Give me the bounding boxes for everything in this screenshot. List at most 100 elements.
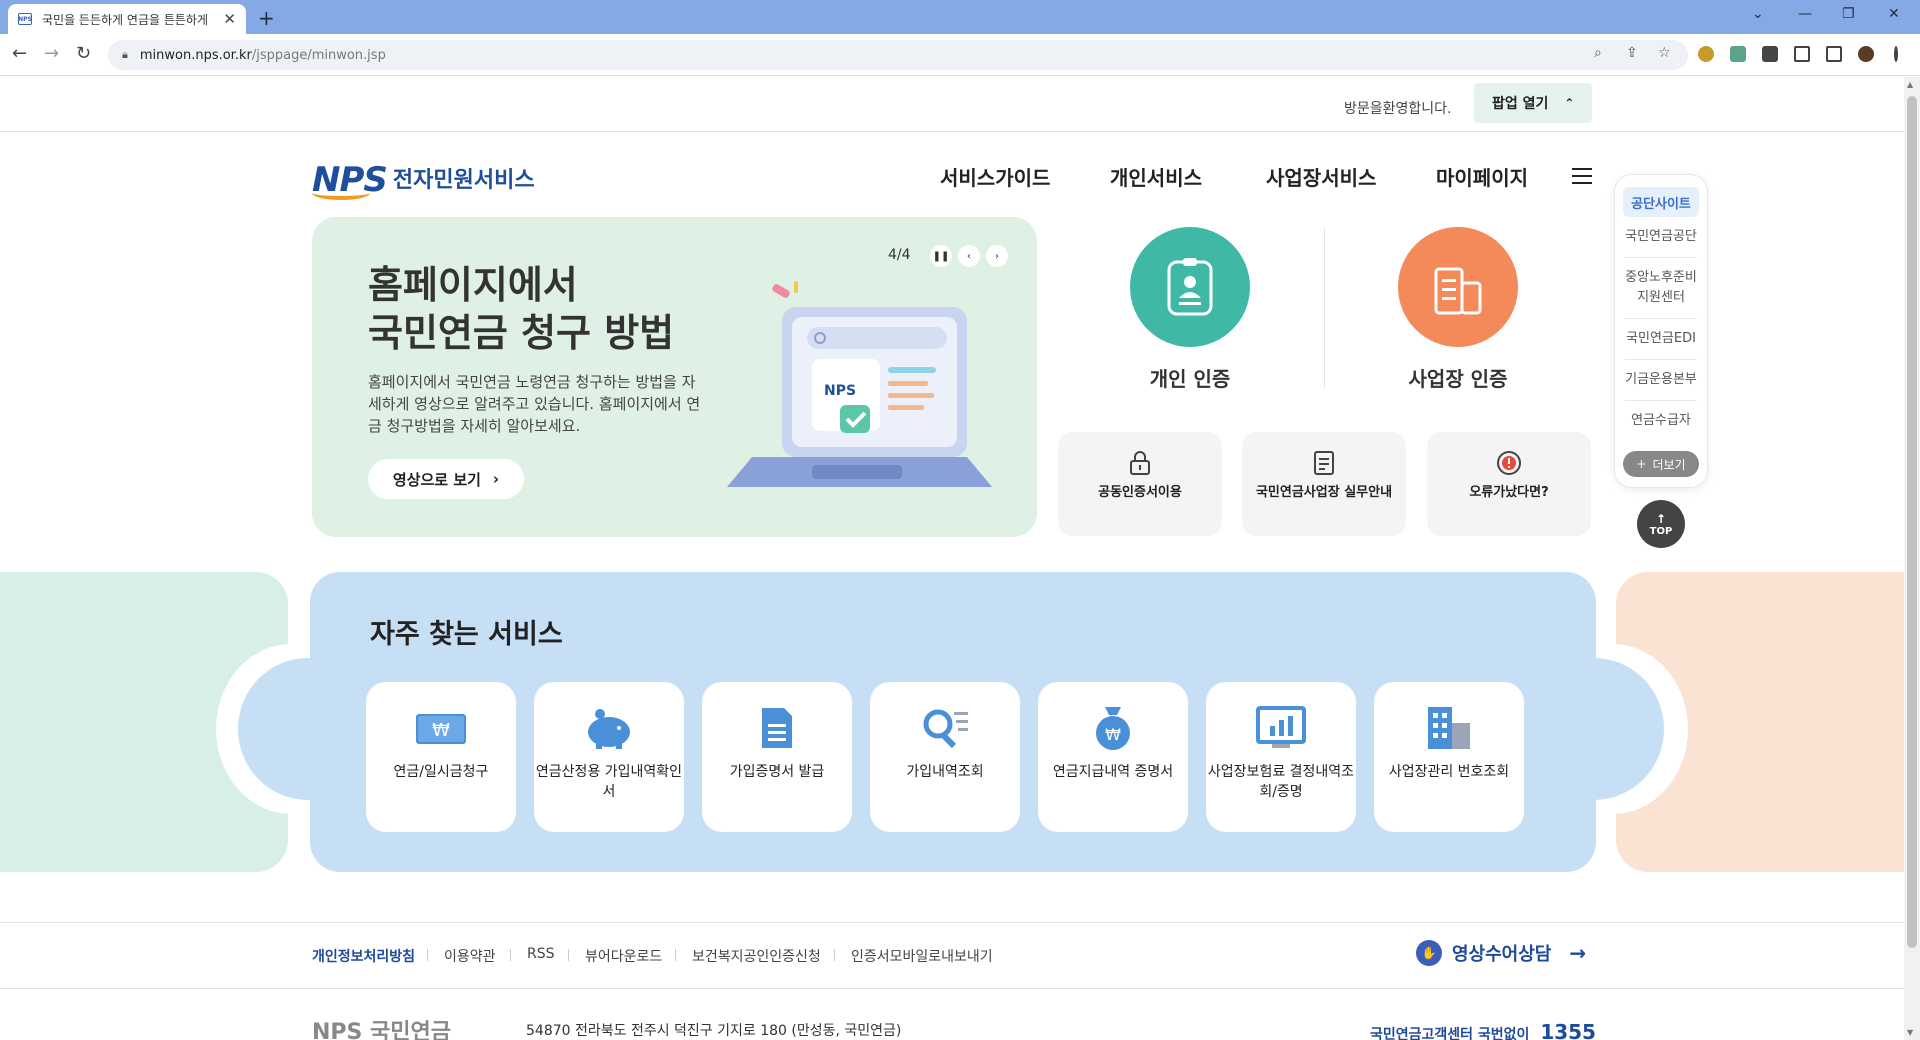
footer-link-privacy[interactable]: 개인정보처리방침 [312, 946, 415, 966]
download-icon[interactable] [1794, 46, 1810, 62]
side-more-label: 더보기 [1652, 457, 1686, 472]
nav-personal-service[interactable]: 개인서비스 [1110, 162, 1202, 191]
footer-divider [0, 922, 1904, 923]
service-pension-claim[interactable]: ₩ 연금/일시금청구 [366, 682, 516, 832]
extension-icon[interactable] [1698, 46, 1714, 62]
url-input[interactable]: 🔒︎ minwon.nps.or.kr /jsppage/minwon.jsp [108, 40, 1688, 70]
footer-separator [834, 949, 835, 961]
url-path: /jsppage/minwon.jsp [251, 47, 386, 63]
chevron-right-icon: › [492, 470, 500, 488]
lock-icon[interactable]: 🔒︎ [122, 48, 128, 62]
footer-link-viewer[interactable]: 뷰어다운로드 [585, 946, 662, 966]
footer-separator [568, 949, 569, 961]
business-cert-card[interactable]: 사업장 인증 [1338, 227, 1578, 392]
service-subscription-confirm[interactable]: 연금산정용 가입내역확인서 [534, 682, 684, 832]
pause-icon[interactable]: ❚❚ [930, 245, 952, 267]
footer-link-rss[interactable]: RSS [527, 946, 555, 962]
banner-description: 홈페이지에서 국민연금 노령연금 청구하는 방법을 자세하게 영상으로 알려주고… [368, 373, 701, 435]
close-window-icon[interactable]: ✕ [1888, 6, 1900, 22]
watch-video-button[interactable]: 영상으로 보기 › [368, 459, 524, 499]
scroll-down-icon[interactable]: ▼ [1907, 1028, 1913, 1037]
frequent-services-title: 자주 찾는 서비스 [370, 619, 563, 650]
slide-counter: 4/4 [888, 247, 911, 263]
browser-tab[interactable]: NPS 국민을 든든하게 연금을 튼튼하게 ✕ [8, 4, 246, 34]
alert-icon [1496, 450, 1522, 476]
cert-divider [1324, 228, 1325, 388]
laptop-illustration: NPS [727, 281, 992, 487]
reload-icon[interactable]: ↻ [76, 43, 91, 64]
footer-callcenter: 국민연금고객센터 국번없이 1355 [1370, 1020, 1596, 1040]
nav-service-guide[interactable]: 서비스가이드 [940, 162, 1050, 191]
prev-slide-icon[interactable]: ‹ [958, 245, 980, 267]
share-icon[interactable]: ⇪ [1626, 45, 1638, 61]
service-subscription-certificate[interactable]: 가입증명서 발급 [702, 682, 852, 832]
new-tab-button[interactable]: + [258, 6, 275, 30]
nav-my-page[interactable]: 마이페이지 [1436, 162, 1528, 191]
quick-link-joint-cert[interactable]: 공동인증서이용 [1058, 432, 1222, 536]
profile-avatar[interactable] [1858, 46, 1874, 62]
callcenter-label: 국민연금고객센터 국번없이 [1370, 1027, 1530, 1040]
tab-title: 국민을 든든하게 연금을 튼튼하게 [42, 12, 209, 27]
watch-video-label: 영상으로 보기 [392, 470, 481, 489]
service-payment-certificate[interactable]: ₩ 연금지급내역 증명서 [1038, 682, 1188, 832]
side-more-button[interactable]: + 더보기 [1623, 451, 1699, 477]
service-label: 연금/일시금청구 [393, 764, 489, 780]
forward-icon[interactable]: → [44, 43, 59, 64]
zoom-search-icon[interactable]: ⌕ [1594, 45, 1602, 61]
nav-business-service[interactable]: 사업장서비스 [1266, 162, 1376, 191]
scroll-top-label: TOP [1649, 525, 1673, 537]
side-link-nps[interactable]: 국민연금공단 [1625, 217, 1697, 258]
callcenter-number: 1355 [1540, 1020, 1596, 1040]
side-link-fund-management[interactable]: 기금운용본부 [1625, 360, 1697, 401]
service-business-number[interactable]: 사업장관리 번호조회 [1374, 682, 1524, 832]
browser-menu-icon[interactable] [1894, 46, 1898, 62]
popup-open-button[interactable]: 팝업 열기 ⌃ [1474, 83, 1592, 123]
footer-link-cert-export[interactable]: 인증서모바일로내보내기 [851, 946, 993, 966]
side-link-edi[interactable]: 국민연금EDI [1625, 319, 1697, 360]
illustration-logo: NPS [824, 383, 856, 399]
arrow-up-icon: ↑ [1655, 511, 1667, 526]
quick-link-error-help[interactable]: 오류가났다면? [1427, 432, 1591, 536]
footer-link-cert-request[interactable]: 보건복지공인인증신청 [692, 946, 821, 966]
quick-link-business-guide[interactable]: 국민연금사업장 실무안내 [1242, 432, 1406, 536]
side-panel-icon[interactable] [1826, 46, 1842, 62]
logo-mark: NPS [312, 160, 388, 200]
extension-translate-icon[interactable] [1730, 46, 1746, 62]
url-host: minwon.nps.or.kr [139, 47, 252, 63]
banner-title-line1: 홈페이지에서 [368, 263, 578, 307]
business-cert-label: 사업장 인증 [1408, 367, 1508, 391]
service-label: 사업장관리 번호조회 [1388, 764, 1510, 780]
sign-language-consult-link[interactable]: ✋ 영상수어상담 → [1416, 940, 1586, 966]
scrollbar-thumb[interactable] [1907, 96, 1917, 948]
restore-icon[interactable]: ❐ [1842, 6, 1855, 22]
side-panel-header[interactable]: 공단사이트 [1623, 187, 1699, 217]
personal-cert-card[interactable]: 개인 인증 [1070, 227, 1310, 392]
arrow-right-icon: → [1569, 941, 1587, 965]
next-slide-icon[interactable]: › [986, 245, 1008, 267]
personal-id-icon [1130, 227, 1250, 347]
site-logo[interactable]: NPS 전자민원서비스 [312, 160, 535, 200]
tab-close-icon[interactable]: ✕ [223, 10, 236, 28]
footer-address: 54870 전라북도 전주시 덕진구 기지로 180 (만성동, 국민연금) [526, 1023, 902, 1039]
footer-separator [675, 949, 676, 961]
minimize-icon[interactable]: — [1798, 6, 1812, 22]
scroll-top-button[interactable]: ↑ TOP [1637, 500, 1685, 548]
service-label: 연금지급내역 증명서 [1052, 764, 1174, 780]
extensions-puzzle-icon[interactable] [1762, 46, 1778, 62]
footer-link-terms[interactable]: 이용약관 [444, 946, 496, 966]
back-icon[interactable]: ← [12, 43, 27, 64]
service-label: 가입증명서 발급 [729, 764, 825, 780]
chevron-up-icon: ⌃ [1564, 96, 1575, 110]
service-label: 가입내역조회 [906, 764, 984, 780]
building-icon [1424, 704, 1474, 752]
service-business-premium[interactable]: 사업장보험료 결정내역조회/증명 [1206, 682, 1356, 832]
main-banner[interactable]: 홈페이지에서 국민연금 청구 방법 홈페이지에서 국민연금 노령연금 청구하는 … [312, 217, 1037, 537]
side-link-retirement-center[interactable]: 중앙노후준비 지원센터 [1625, 258, 1697, 319]
service-subscription-history[interactable]: 가입내역조회 [870, 682, 1020, 832]
tab-search-icon[interactable]: ⌄ [1752, 6, 1764, 22]
sign-language-label: 영상수어상담 [1452, 944, 1552, 965]
bookmark-star-icon[interactable]: ☆ [1658, 45, 1671, 61]
hamburger-menu-icon[interactable] [1572, 168, 1592, 184]
side-link-pensioner[interactable]: 연금수급자 [1625, 401, 1697, 441]
scroll-up-icon[interactable]: ▲ [1907, 80, 1913, 89]
